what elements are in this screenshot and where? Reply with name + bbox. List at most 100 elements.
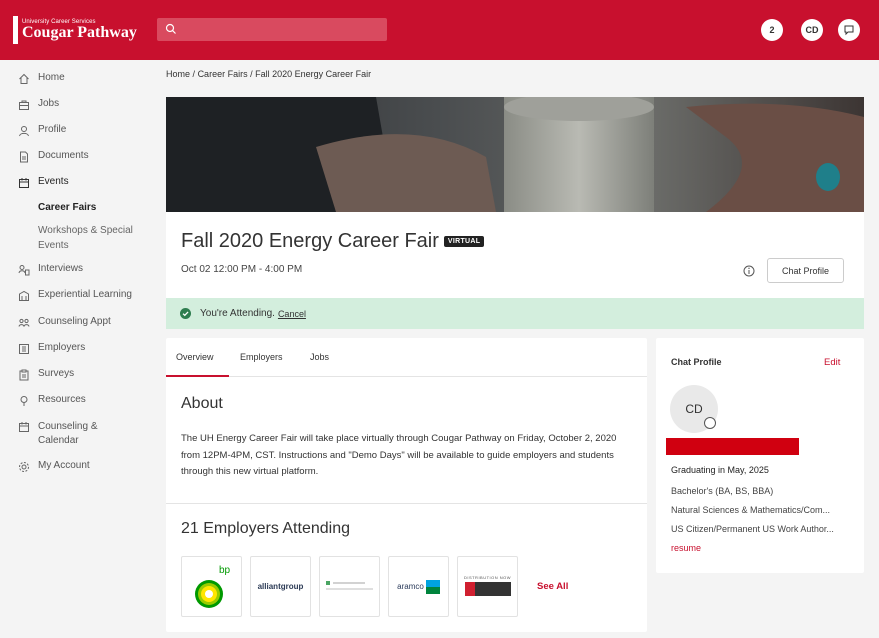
- user-avatar-button[interactable]: CD: [801, 19, 823, 41]
- building-icon: [19, 290, 29, 301]
- sidebar-item-jobs[interactable]: Jobs: [0, 98, 59, 111]
- sidebar-item-resources[interactable]: Resources: [0, 394, 86, 407]
- notification-badge[interactable]: 2: [761, 19, 783, 41]
- chat-profile-heading: Chat Profile: [671, 357, 722, 367]
- college: Natural Sciences & Mathematics/Com...: [671, 505, 831, 515]
- employers-icon: [19, 344, 29, 354]
- clipboard-icon: [19, 369, 29, 381]
- sidebar-item-label: Profile: [38, 124, 67, 135]
- breadcrumb-current: Fall 2020 Energy Career Fair: [255, 69, 372, 79]
- employer-logo-bp[interactable]: bp: [181, 556, 242, 617]
- work-authorization: US Citizen/Permanent US Work Author...: [671, 524, 834, 534]
- employer-logo-alliantgroup[interactable]: alliantgroup: [250, 556, 311, 617]
- check-circle-icon: [180, 308, 191, 319]
- see-all-employers-link[interactable]: See All: [537, 581, 568, 592]
- sidebar-item-label: My Account: [38, 460, 90, 471]
- sidebar-item-label: Home: [38, 72, 65, 83]
- event-title: Fall 2020 Energy Career Fair: [181, 230, 439, 252]
- tab-bar: Overview Employers Jobs: [166, 338, 647, 377]
- chat-profile-button[interactable]: Chat Profile: [767, 258, 844, 283]
- breadcrumb-home[interactable]: Home: [166, 69, 190, 79]
- resume-link[interactable]: resume: [671, 543, 701, 553]
- tab-jobs[interactable]: Jobs: [310, 352, 329, 362]
- employer-logo-aramco[interactable]: aramco: [388, 556, 449, 617]
- employer-logo-list: bp alliantgroup aramco DISTRIBUTION NOW: [181, 556, 526, 617]
- redacted-name: [666, 438, 799, 455]
- attending-banner: You're Attending. Cancel: [166, 298, 864, 329]
- person-icon: [19, 126, 29, 137]
- sidebar-item-my-account[interactable]: My Account: [0, 460, 90, 473]
- calendar-icon: [19, 422, 29, 432]
- breadcrumb-career-fairs[interactable]: Career Fairs: [198, 69, 248, 79]
- messages-button[interactable]: [838, 19, 860, 41]
- event-hero-image: [166, 97, 864, 212]
- people-icon: [18, 318, 30, 327]
- event-date: Oct 02 12:00 PM - 4:00 PM: [181, 264, 303, 275]
- sidebar-item-label: Surveys: [38, 368, 75, 379]
- bp-logo: bp: [194, 565, 231, 608]
- interview-icon: [18, 265, 30, 276]
- top-bar: University Career Services Cougar Pathwa…: [0, 0, 879, 60]
- sidebar-item-label: Employers: [38, 342, 86, 353]
- status-indicator: [704, 417, 716, 429]
- breadcrumb-separator: /: [192, 69, 196, 79]
- sidebar-item-label: Counseling & Calendar: [38, 421, 98, 446]
- employers-attending-heading: 21 Employers Attending: [181, 520, 350, 537]
- app-logo[interactable]: University Career Services Cougar Pathwa…: [13, 16, 137, 44]
- edit-profile-link[interactable]: Edit: [824, 357, 840, 368]
- sidebar-item-events[interactable]: Events: [0, 176, 69, 189]
- search-icon: [165, 23, 176, 34]
- aramco-logo-mark: [425, 579, 440, 594]
- active-tab-indicator: [166, 375, 229, 377]
- sidebar-item-label: Events: [38, 176, 69, 187]
- logo-title: Cougar Pathway: [22, 24, 137, 41]
- bp-logo-text: bp: [219, 565, 231, 576]
- degree-level: Bachelor's (BA, BS, BBA): [671, 486, 774, 496]
- briefcase-icon: [19, 100, 29, 110]
- logo-mark: [13, 16, 18, 44]
- employer-logo-small-text[interactable]: [319, 556, 380, 617]
- small-company-logo: [325, 580, 373, 589]
- sidebar-item-label: Experiential Learning: [38, 289, 132, 300]
- cancel-attendance-link[interactable]: Cancel: [278, 309, 306, 319]
- breadcrumb-separator: /: [250, 69, 253, 79]
- event-title-row: Fall 2020 Energy Career Fair VIRTUAL: [181, 230, 485, 253]
- sidebar-item-workshops[interactable]: Workshops & Special Events: [0, 223, 150, 253]
- employer-logo-dnow[interactable]: DISTRIBUTION NOW: [457, 556, 518, 617]
- sidebar-item-label: Counseling Appt: [38, 316, 111, 327]
- sidebar-item-counseling-appt[interactable]: Counseling Appt: [0, 316, 111, 329]
- calendar-icon: [19, 178, 29, 188]
- sidebar-item-home[interactable]: Home: [0, 72, 65, 85]
- event-content-card: Overview Employers Jobs About The UH Ene…: [166, 338, 647, 632]
- virtual-badge: VIRTUAL: [443, 236, 485, 247]
- sidebar-item-employers[interactable]: Employers: [0, 342, 85, 355]
- sidebar-item-label: Documents: [38, 150, 89, 161]
- sidebar-item-label: Resources: [38, 394, 86, 405]
- event-header-card: Fall 2020 Energy Career Fair VIRTUAL Oct…: [166, 212, 864, 298]
- tab-employers[interactable]: Employers: [240, 352, 283, 362]
- sidebar-item-profile[interactable]: Profile: [0, 124, 66, 137]
- document-icon: [20, 151, 28, 163]
- sidebar-item-experiential-learning[interactable]: Experiential Learning: [0, 289, 132, 302]
- sidebar-item-label: Interviews: [38, 263, 84, 274]
- alliantgroup-logo-text: alliantgroup: [257, 582, 304, 591]
- dnow-logo-mark: [464, 582, 511, 596]
- sidebar-item-career-fairs[interactable]: Career Fairs: [0, 202, 96, 213]
- aramco-logo-text: aramco: [397, 582, 424, 591]
- search-input[interactable]: [157, 18, 387, 41]
- sidebar-item-documents[interactable]: Documents: [0, 150, 89, 163]
- sidebar-item-counseling-calendar[interactable]: Counseling & Calendar: [0, 420, 150, 448]
- about-heading: About: [181, 395, 223, 412]
- sidebar-item-interviews[interactable]: Interviews: [0, 263, 83, 276]
- sidebar-item-surveys[interactable]: Surveys: [0, 368, 74, 381]
- about-description: The UH Energy Career Fair will take plac…: [181, 433, 617, 477]
- chat-profile-card: Chat Profile Edit CD Graduating in May, …: [656, 338, 864, 573]
- section-divider: [166, 503, 647, 504]
- sidebar-item-label: Jobs: [38, 98, 60, 109]
- info-icon[interactable]: [743, 265, 755, 277]
- gear-icon: [19, 462, 29, 472]
- attending-text: You're Attending.: [200, 308, 275, 319]
- graduation-date: Graduating in May, 2025: [671, 465, 769, 475]
- tab-overview[interactable]: Overview: [176, 352, 214, 362]
- chat-icon: [844, 25, 854, 36]
